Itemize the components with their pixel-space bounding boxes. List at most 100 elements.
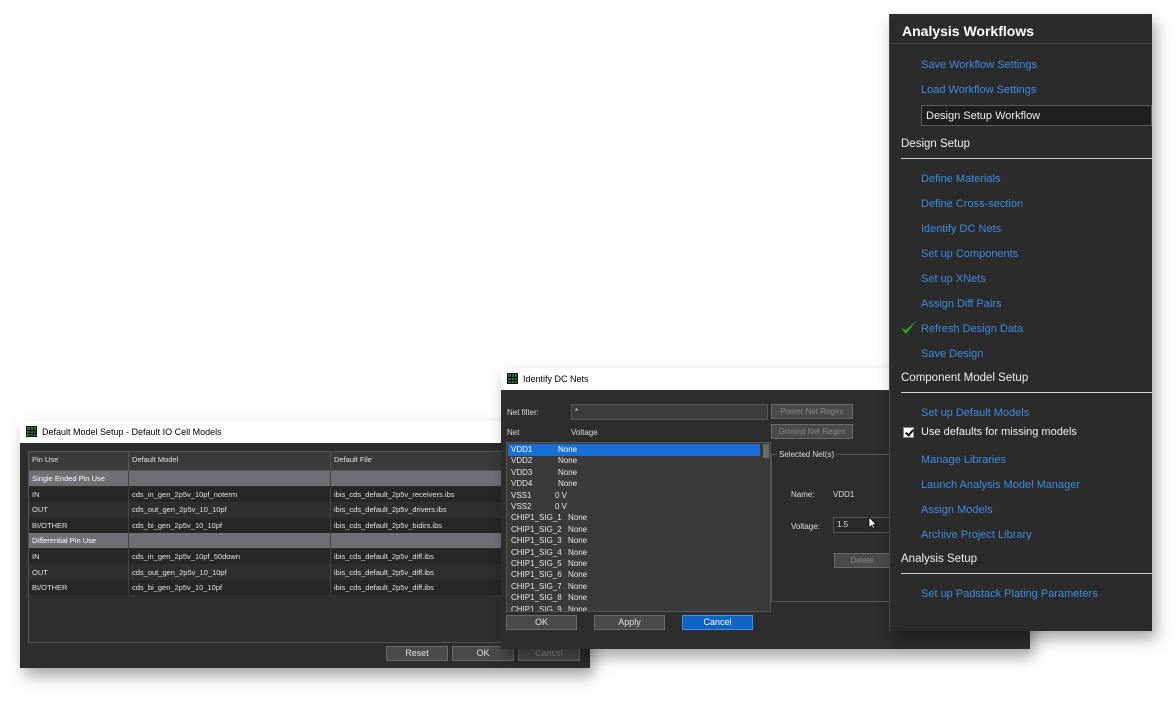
net-name: VSS2 — [511, 502, 532, 511]
save-workflow-settings-link[interactable]: Save Workflow Settings — [921, 59, 1037, 71]
net-voltage: None — [558, 479, 578, 489]
save-design-link[interactable]: Save Design — [921, 348, 983, 360]
table-cell: Differential Pin Use — [29, 533, 129, 549]
grid-section-row[interactable]: Single Ended Pin Use — [29, 471, 519, 486]
table-cell: cds_out_gen_2p5v_10_10pf — [129, 564, 331, 580]
grid-section-row[interactable]: Differential Pin Use — [29, 533, 519, 549]
list-item[interactable]: CHIP1_SIG_6 None — [508, 569, 760, 581]
voltage-input[interactable]: 1.5 — [833, 517, 893, 533]
net-name: CHIP1_SIG_5 — [511, 559, 562, 568]
table-cell — [331, 471, 519, 486]
cancel-button[interactable]: Cancel — [682, 615, 753, 630]
table-row[interactable]: OUT cds_out_gen_2p5v_10_10pf ibis_cds_defa… — [29, 564, 519, 580]
table-cell: ibis_cds_default_2p5v_receivers.ibs — [334, 489, 455, 499]
set-up-components-link[interactable]: Set up Components — [921, 248, 1018, 260]
net-voltage: None — [568, 604, 588, 612]
column-header-pin-use[interactable]: Pin Use — [29, 452, 129, 470]
dc-net-list[interactable]: VDD1 None VDD2 None VDD3 None VDD4 None VSS1 0 VV… — [506, 442, 771, 612]
table-row[interactable]: OUT cds_out_gen_2p5v_10_10pf ibis_cds_defa… — [29, 502, 519, 518]
net-voltage: None — [568, 524, 588, 534]
table-cell: cds_bi_gen_2p5v_10_10pf — [129, 580, 331, 596]
list-item[interactable]: VSS2 0 V — [508, 501, 760, 513]
list-item[interactable]: CHIP1_SIG_1 None — [508, 512, 760, 524]
table-cell: BI/OTHER — [29, 580, 129, 596]
table-row[interactable]: BI/OTHER cds_bi_gen_2p5v_10_10pf ibis_cds_… — [29, 517, 519, 533]
table-cell: ibis_cds_default_2p5v_diff.ibs — [334, 583, 434, 593]
net-name: CHIP1_SIG_4 — [511, 547, 562, 557]
table-cell — [129, 471, 331, 486]
net-name: VDD2 — [511, 456, 533, 466]
ground-net-regex-button[interactable]: Ground Net Regex — [771, 424, 853, 439]
component-model-setup-heading: Component Model Setup — [901, 372, 1029, 384]
set-up-xnets-link[interactable]: Set up XNets — [921, 273, 986, 285]
list-item[interactable]: CHIP1_SIG_7 None — [508, 581, 760, 593]
net-name: CHIP1_SIG_1 — [511, 513, 562, 523]
column-header-net: Net — [507, 428, 520, 437]
table-cell: cds_in_gen_2p5v_10pf_noterm — [129, 486, 331, 502]
power-net-regex-button[interactable]: Power Net Regex — [771, 404, 853, 419]
list-item[interactable]: CHIP1_SIG_8 None — [508, 592, 760, 604]
set-up-padstack-plating-parameters-link[interactable]: Set up Padstack Plating Parameters — [921, 588, 1098, 600]
define-materials-link[interactable]: Define Materials — [921, 173, 1000, 185]
section-divider — [901, 158, 1152, 159]
list-item[interactable]: VDD2 None — [508, 455, 760, 467]
net-voltage: None — [558, 456, 578, 466]
net-name: CHIP1_SIG_8 — [511, 593, 562, 603]
table-cell: cds_out_gen_2p5v_10_10pf — [129, 502, 331, 518]
column-header-default-file[interactable]: Default File — [331, 452, 519, 470]
column-header-default-model[interactable]: Default Model — [129, 452, 331, 470]
net-voltage: None — [568, 513, 588, 523]
load-workflow-settings-link[interactable]: Load Workflow Settings — [921, 84, 1036, 96]
workflow-select[interactable]: Design Setup Workflow — [921, 105, 1152, 126]
ok-button[interactable]: OK — [506, 615, 577, 630]
assign-diff-pairs-link[interactable]: Assign Diff Pairs — [921, 298, 1002, 310]
name-label: Name: — [791, 490, 815, 499]
list-item[interactable]: VDD3 None — [508, 467, 760, 479]
launch-analysis-model-manager-link[interactable]: Launch Analysis Model Manager — [921, 479, 1080, 491]
table-cell: cds_bi_gen_2p5v_10_10pf — [129, 517, 331, 533]
list-item[interactable]: VSS1 0 V — [508, 490, 760, 502]
list-item[interactable]: CHIP1_SIG_4 None — [508, 547, 760, 559]
table-cell — [331, 533, 519, 548]
assign-models-link[interactable]: Assign Models — [921, 504, 993, 516]
table-cell: IN — [29, 486, 129, 502]
list-item[interactable]: CHIP1_SIG_3 None — [508, 535, 760, 547]
use-defaults-checkbox-label[interactable]: Use defaults for missing models — [921, 426, 1077, 438]
list-item[interactable]: VDD1 None — [508, 444, 760, 456]
net-voltage: None — [558, 467, 578, 477]
net-voltage: None — [558, 445, 578, 454]
use-defaults-checkbox[interactable] — [903, 427, 914, 438]
analysis-setup-heading: Analysis Setup — [901, 553, 978, 565]
voltage-label: Voltage: — [791, 522, 820, 531]
table-row[interactable]: BI/OTHER cds_bi_gen_2p5v_10_10pf ibis_cds_… — [29, 580, 519, 596]
delete-button[interactable]: Delete — [834, 553, 890, 568]
archive-project-library-link[interactable]: Archive Project Library — [921, 529, 1032, 541]
list-item[interactable]: CHIP1_SIG_5 None — [508, 558, 760, 570]
net-name: VDD4 — [511, 479, 533, 489]
header-divider — [890, 43, 1152, 44]
refresh-design-data-link[interactable]: Refresh Design Data — [921, 323, 1023, 335]
table-row[interactable]: IN cds_in_gen_2p5v_10pf_noterm ibis_cds_de… — [29, 486, 519, 502]
identify-dc-nets-link[interactable]: Identify DC Nets — [921, 223, 1001, 235]
manage-libraries-link[interactable]: Manage Libraries — [921, 454, 1006, 466]
list-scrollbar-thumb[interactable] — [763, 444, 769, 458]
table-row[interactable]: IN cds_in_gen_2p5v_10pf_50down ibis_cds_de… — [29, 549, 519, 564]
list-item[interactable]: VDD4 None — [508, 478, 760, 490]
net-filter-input[interactable]: * — [571, 404, 768, 420]
net-voltage: 0 V — [555, 490, 568, 500]
net-filter-label: Net filter: — [507, 408, 540, 417]
net-voltage: None — [568, 593, 588, 603]
reset-button[interactable]: Reset — [386, 646, 448, 661]
list-item[interactable]: CHIP1_SIG_9 None — [508, 604, 760, 612]
define-cross-section-link[interactable]: Define Cross-section — [921, 198, 1023, 210]
section-divider — [901, 392, 1152, 393]
default-models-grid[interactable]: Pin Use Default Model Default File Singl… — [28, 451, 520, 643]
app-grid-icon — [26, 426, 37, 437]
list-item[interactable]: CHIP1_SIG_2 None — [508, 524, 760, 536]
apply-button[interactable]: Apply — [594, 615, 665, 630]
grid-header: Pin Use Default Model Default File — [29, 452, 519, 471]
set-up-default-models-link[interactable]: Set up Default Models — [921, 407, 1029, 419]
net-name: VSS1 — [511, 490, 532, 500]
net-name: CHIP1_SIG_7 — [511, 581, 562, 591]
column-header-voltage: Voltage — [571, 428, 598, 437]
